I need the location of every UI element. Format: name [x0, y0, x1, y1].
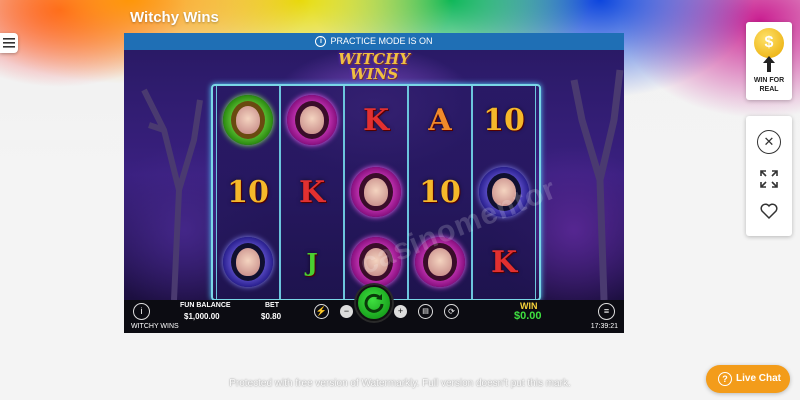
- game-frame[interactable]: i PRACTICE MODE IS ON WITCHY WINS 10 K J…: [124, 33, 624, 333]
- game-controls-bar: i FUN BALANCE $1,000.00 BET $0.80 ⚡ − + …: [124, 285, 624, 333]
- turbo-button[interactable]: ⚡: [314, 304, 329, 319]
- menu-icon: ≡: [603, 306, 610, 316]
- win-for-real-label: WIN FOR REAL: [753, 77, 785, 93]
- autoplay-icon: ⟳: [448, 307, 455, 316]
- live-chat-button[interactable]: ? Live Chat: [706, 365, 790, 393]
- fun-balance-value: $1,000.00: [184, 312, 220, 321]
- symbol-witch-purple: [221, 232, 275, 292]
- win-for-real-button[interactable]: $ WIN FOR REAL: [746, 22, 792, 100]
- bet-decrease-button[interactable]: −: [340, 305, 353, 318]
- bet-label: BET: [265, 302, 279, 309]
- tree-left-decoration: [141, 88, 203, 300]
- menu-icon: [3, 38, 15, 48]
- favorite-heart-button[interactable]: [760, 202, 778, 220]
- symbol-witch-pink: [349, 162, 403, 222]
- close-game-button[interactable]: ✕: [757, 130, 781, 154]
- close-icon: ✕: [763, 134, 775, 149]
- game-logo: WITCHY WINS: [338, 50, 410, 83]
- clock-display: 17:39:21: [590, 323, 618, 330]
- tree-right-decoration: [570, 69, 624, 300]
- witch-pink-icon: [351, 167, 401, 217]
- witch-pink-icon: [287, 95, 337, 145]
- info-button[interactable]: i: [133, 303, 150, 320]
- autoplay-button[interactable]: ⟳: [444, 304, 459, 319]
- witch-purple-icon: [223, 237, 273, 287]
- reel-4: A 10: [408, 86, 472, 299]
- info-icon: i: [315, 36, 327, 48]
- symbol-10: 10: [483, 102, 525, 138]
- symbol-witch-pink: [285, 90, 339, 150]
- game-scene: WITCHY WINS 10 K J K A 10 10 K casinomen…: [124, 50, 624, 301]
- symbol-10: 10: [227, 174, 269, 210]
- spin-icon: [364, 293, 384, 313]
- lightning-icon: ⚡: [315, 306, 328, 316]
- dollar-coin-icon: $: [754, 28, 784, 58]
- game-menu-button[interactable]: ≡: [598, 303, 615, 320]
- spin-button[interactable]: [356, 285, 392, 321]
- bet-value: $0.80: [261, 312, 282, 321]
- win-value: $0.00: [514, 310, 542, 322]
- symbol-witch-green: [221, 90, 275, 150]
- page-title: Witchy Wins: [130, 9, 219, 26]
- symbol-j: J: [306, 247, 318, 277]
- symbol-k: K: [490, 244, 518, 280]
- reel-1: 10: [216, 86, 280, 299]
- watermark-notice: Protected with free version of Watermark…: [229, 378, 571, 389]
- paytable-button[interactable]: ▤: [418, 304, 433, 319]
- practice-mode-text: PRACTICE MODE IS ON: [330, 36, 433, 46]
- fun-balance-label: FUN BALANCE: [180, 302, 231, 309]
- game-name-label: WITCHY WINS: [131, 323, 179, 330]
- symbol-k: K: [298, 174, 326, 210]
- witch-green-icon: [223, 95, 273, 145]
- bet-increase-button[interactable]: +: [394, 305, 407, 318]
- arrow-up-icon: [763, 56, 775, 72]
- paytable-icon: ▤: [422, 308, 429, 315]
- hamburger-menu-button[interactable]: [0, 33, 18, 53]
- practice-mode-bar: i PRACTICE MODE IS ON: [124, 33, 624, 50]
- symbol-a: A: [428, 102, 452, 138]
- symbol-k: K: [362, 102, 390, 138]
- live-chat-label: Live Chat: [736, 373, 782, 384]
- reel-2: K J: [280, 86, 344, 299]
- fullscreen-button[interactable]: [760, 170, 778, 188]
- question-icon: ?: [718, 372, 732, 386]
- side-tools-panel: ✕: [746, 116, 792, 236]
